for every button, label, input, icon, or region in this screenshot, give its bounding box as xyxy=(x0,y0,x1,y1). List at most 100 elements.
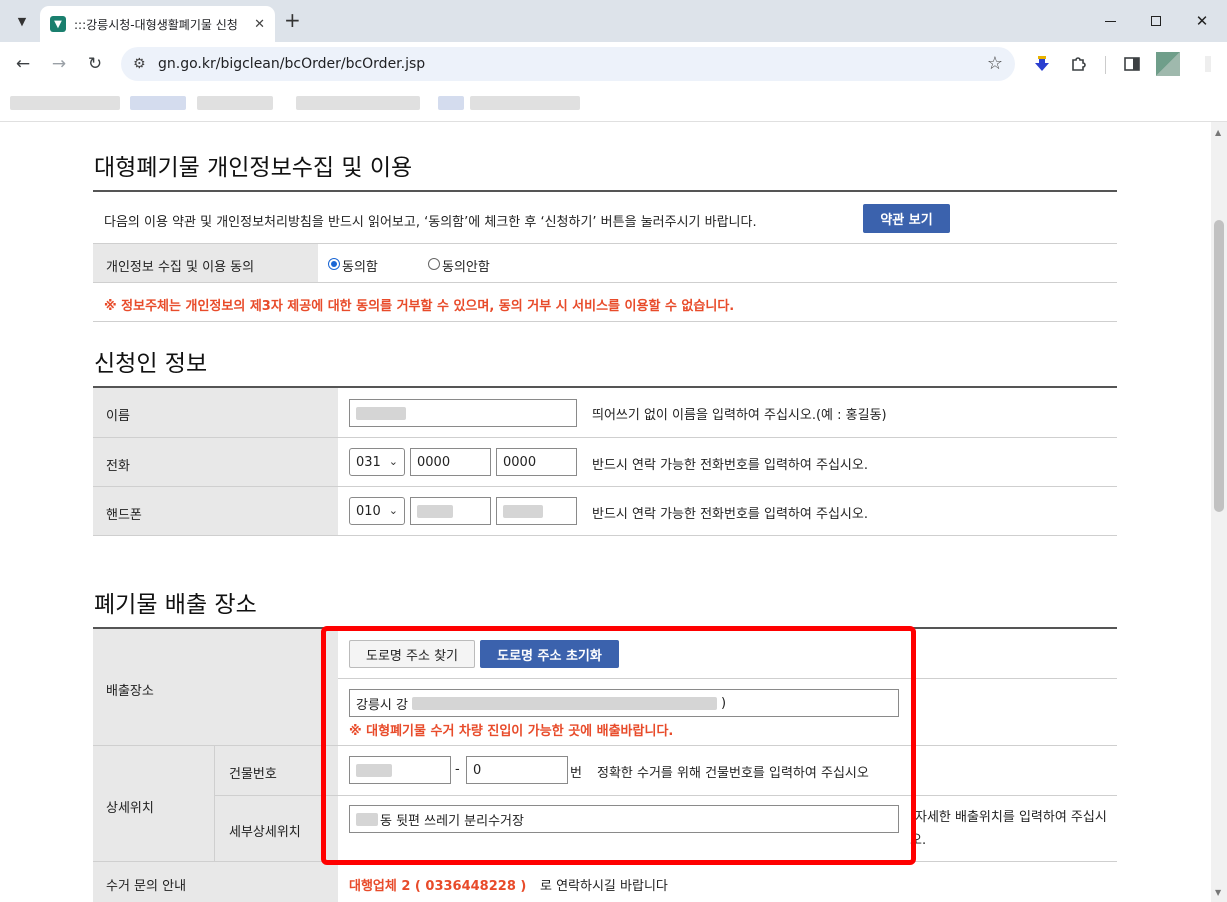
tab-search-button[interactable]: ▼ xyxy=(9,8,35,34)
redacted-value xyxy=(503,504,543,518)
consent-section-title: 대형폐기물 개인정보수집 및 이용 xyxy=(94,155,413,181)
redacted-value xyxy=(417,504,453,518)
bookmark-item[interactable] xyxy=(10,96,120,110)
bookmark-item[interactable] xyxy=(438,96,464,110)
reset-address-button[interactable]: 도로명 주소 초기화 xyxy=(480,640,619,668)
scroll-thumb[interactable] xyxy=(1214,220,1224,512)
mobile-hint: 반드시 연락 가능한 전화번호를 입력하여 주십시오. xyxy=(592,507,868,522)
side-panel-icon[interactable] xyxy=(1122,54,1142,74)
address-note: ※ 대형폐기물 수거 차량 진입이 가능한 곳에 배출바랍니다. xyxy=(349,724,674,739)
mobile-mid-input[interactable] xyxy=(410,497,491,525)
forward-button[interactable]: → xyxy=(48,53,70,75)
row-divider xyxy=(338,795,1117,796)
redacted-value xyxy=(356,812,378,826)
bookmark-star-icon[interactable]: ☆ xyxy=(987,53,1003,74)
browser-toolbar: ← → ↻ ⚙ gn.go.kr/bigclean/bcOrder/bcOrde… xyxy=(0,42,1227,86)
phone-last-input[interactable]: 0000 xyxy=(496,448,577,476)
consent-warning: ※ 정보주체는 개인정보의 제3자 제공에 대한 동의를 거부할 수 있으며, … xyxy=(104,299,735,314)
building-sub-value: 0 xyxy=(473,762,482,778)
row-divider xyxy=(338,745,1117,746)
reload-icon: ↻ xyxy=(87,54,103,74)
agree-radio-label[interactable]: 동의함 xyxy=(342,256,378,275)
mobile-prefix-select[interactable]: 010 ⌄ xyxy=(349,497,405,525)
bookmark-item[interactable] xyxy=(296,96,420,110)
building-unit: 번 xyxy=(570,766,582,781)
site-favicon-icon: ▼ xyxy=(50,16,66,32)
new-tab-button[interactable]: + xyxy=(284,10,301,30)
view-terms-button[interactable]: 약관 보기 xyxy=(863,204,950,233)
maximize-icon xyxy=(1151,16,1161,26)
phone-mid-input[interactable]: 0000 xyxy=(410,448,491,476)
arrow-right-icon: → xyxy=(51,54,67,74)
building-main-input[interactable] xyxy=(349,756,451,784)
redacted-value xyxy=(356,406,406,420)
phone-last-value: 0000 xyxy=(503,454,537,470)
consent-row-label: 개인정보 수집 및 이용 동의 xyxy=(106,260,255,275)
find-address-button[interactable]: 도로명 주소 찾기 xyxy=(349,640,475,668)
mobile-last-input[interactable] xyxy=(496,497,577,525)
disagree-radio-label[interactable]: 동의안함 xyxy=(442,256,490,275)
maximize-button[interactable] xyxy=(1133,0,1179,42)
sub-detail-hint: 자세한 배출위치를 입력하여 주십시오. xyxy=(910,810,1107,848)
page-scrollbar[interactable]: ▲ ▼ xyxy=(1211,122,1227,902)
url-text[interactable]: gn.go.kr/bigclean/bcOrder/bcOrder.jsp xyxy=(158,56,425,72)
phone-area-value: 031 xyxy=(356,454,381,470)
reload-button[interactable]: ↻ xyxy=(84,53,106,75)
row-divider xyxy=(93,437,1117,438)
phone-hint: 반드시 연락 가능한 전화번호를 입력하여 주십시오. xyxy=(592,458,868,473)
chevron-down-icon: ▼ xyxy=(17,14,27,28)
back-button[interactable]: ← xyxy=(12,53,34,75)
place-label: 배출장소 xyxy=(106,684,154,699)
close-window-button[interactable]: ✕ xyxy=(1179,0,1225,42)
address-bar[interactable]: ⚙ gn.go.kr/bigclean/bcOrder/bcOrder.jsp … xyxy=(121,47,1015,81)
redacted-value xyxy=(356,763,392,777)
redacted-value xyxy=(411,696,717,710)
sub-detail-value: 동 뒷편 쓰레기 분리수거장 xyxy=(380,813,524,829)
bookmark-item[interactable] xyxy=(130,96,186,110)
tab-title: :::강릉시청-대형생활폐기물 신청 xyxy=(74,17,238,32)
address-input[interactable]: 강릉시 강 ) xyxy=(349,689,899,717)
section-divider xyxy=(93,190,1117,192)
inquiry-label: 수거 문의 안내 xyxy=(106,879,187,894)
address-paren-icon: ) xyxy=(720,695,727,711)
bookmarks-bar xyxy=(0,86,1227,122)
download-extension-icon[interactable] xyxy=(1032,54,1052,74)
building-sub-input[interactable]: 0 xyxy=(466,756,568,784)
disagree-radio[interactable] xyxy=(428,258,440,270)
mobile-label: 핸드폰 xyxy=(106,508,142,523)
bookmark-item[interactable] xyxy=(197,96,273,110)
row-divider xyxy=(214,795,338,796)
sub-detail-input[interactable]: 동 뒷편 쓰레기 분리수거장 xyxy=(349,805,899,833)
name-hint: 띄어쓰기 없이 이름을 입력하여 주십시오.(예 : 홍길동) xyxy=(592,408,887,423)
bookmark-item[interactable] xyxy=(470,96,580,110)
minimize-button[interactable] xyxy=(1087,0,1133,42)
row-divider xyxy=(338,678,1117,679)
close-tab-icon[interactable]: ✕ xyxy=(254,17,265,32)
site-settings-icon[interactable]: ⚙ xyxy=(133,56,146,72)
name-input[interactable] xyxy=(349,399,577,427)
row-divider xyxy=(93,486,1117,487)
name-label: 이름 xyxy=(106,409,130,424)
scroll-up-icon[interactable]: ▲ xyxy=(1215,128,1221,137)
scroll-down-icon[interactable]: ▼ xyxy=(1215,888,1221,897)
row-divider xyxy=(93,535,1117,536)
toolbar-divider xyxy=(1105,56,1106,74)
profile-avatar[interactable] xyxy=(1156,52,1180,76)
agree-radio[interactable] xyxy=(328,258,340,270)
inquiry-company: 대행업체 2 ( 0336448228 ) xyxy=(349,879,527,894)
building-dash: - xyxy=(455,762,460,777)
row-divider xyxy=(93,321,1117,322)
building-label: 건물번호 xyxy=(229,767,277,782)
column-divider xyxy=(214,746,215,861)
row-divider xyxy=(93,282,1117,283)
extensions-puzzle-icon[interactable] xyxy=(1068,54,1088,74)
minimize-icon xyxy=(1104,20,1116,22)
building-hint: 정확한 수거를 위해 건물번호를 입력하여 주십시오 xyxy=(597,766,869,781)
menu-icon[interactable] xyxy=(1198,54,1218,74)
location-section-title: 폐기물 배출 장소 xyxy=(94,592,257,618)
phone-area-select[interactable]: 031 ⌄ xyxy=(349,448,405,476)
arrow-left-icon: ← xyxy=(15,54,31,74)
browser-tab[interactable]: ▼ :::강릉시청-대형생활폐기물 신청 ✕ xyxy=(40,6,275,42)
address-prefix: 강릉시 강 xyxy=(356,697,408,713)
applicant-section-title: 신청인 정보 xyxy=(94,351,208,377)
